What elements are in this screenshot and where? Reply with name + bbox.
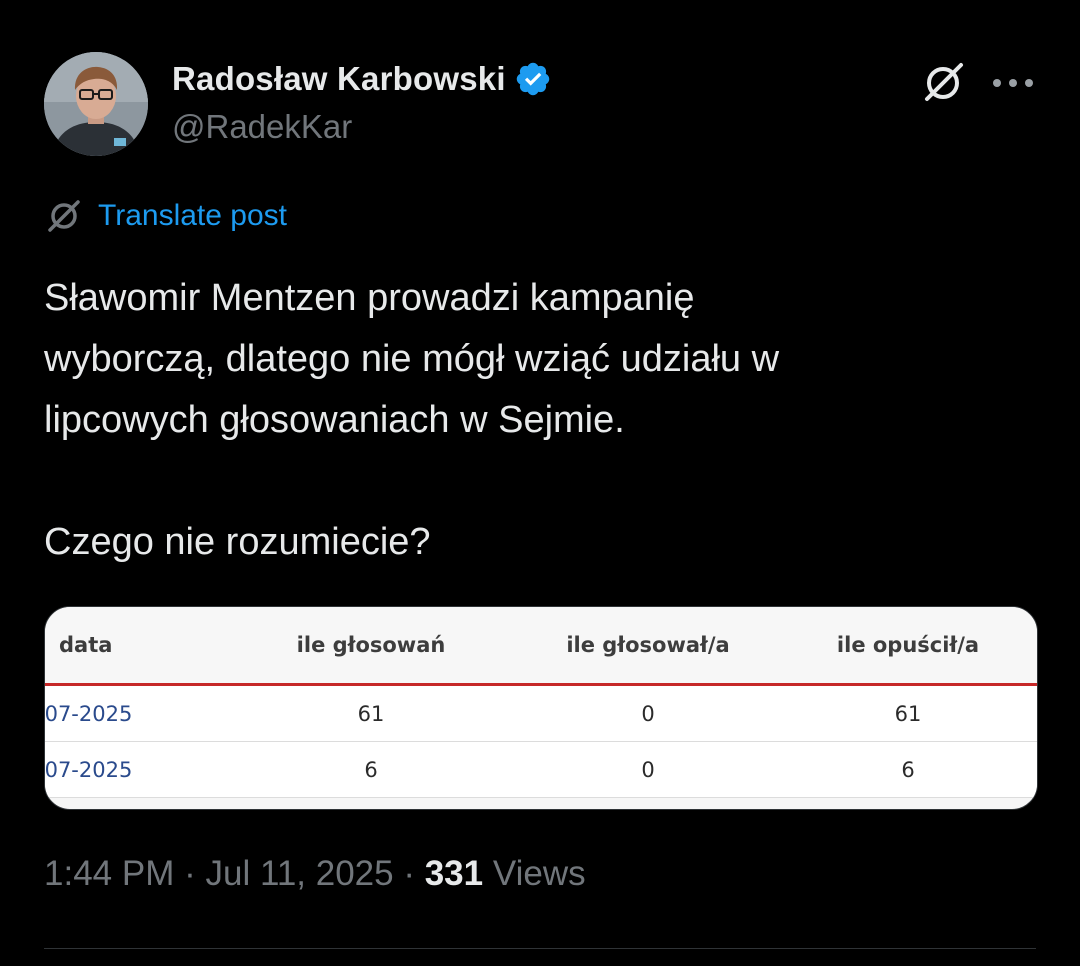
table-cell-date: -07-2025	[44, 684, 225, 742]
table-row: -07-2025 6 0 6	[44, 741, 1037, 798]
table-header-cell: data	[45, 607, 225, 686]
post-text-line: Sławomir Mentzen prowadzi kampanię	[44, 277, 695, 319]
table-header-cell: ile głosował/a	[517, 607, 779, 686]
verified-badge-icon[interactable]	[514, 60, 552, 98]
post-text-line: Czego nie rozumiecie?	[44, 521, 431, 563]
table-header-row: data ile głosowań ile głosował/a ile opu…	[45, 607, 1037, 686]
views-label: Views	[492, 854, 586, 893]
table-cell-date: -07-2025	[44, 741, 225, 798]
more-options-icon	[993, 79, 1033, 87]
post-meta: 1:44 PM · Jul 11, 2025 · 331 Views	[44, 854, 586, 894]
post-text-line: lipcowych głosowaniach w Sejmie.	[44, 399, 625, 441]
table-cell: 61	[225, 684, 517, 742]
post-time[interactable]: 1:44 PM	[44, 854, 174, 893]
name-row: Radosław Karbowski	[172, 58, 552, 100]
post-date[interactable]: Jul 11, 2025	[205, 854, 393, 893]
table-header-cell: ile opuścił/a	[779, 607, 1037, 686]
table-header-cell: ile głosowań	[225, 607, 517, 686]
grok-icon	[925, 63, 963, 101]
votes-table: data ile głosowań ile głosował/a ile opu…	[45, 607, 1037, 798]
post-header: Radosław Karbowski @RadekKar	[44, 52, 1044, 162]
views-count[interactable]: 331	[425, 854, 483, 893]
date-link: -07-2025	[44, 757, 133, 782]
avatar[interactable]	[44, 52, 148, 156]
table-cell: 61	[779, 684, 1037, 742]
table-cell: 0	[517, 741, 779, 798]
table-row: -07-2025 61 0 61	[44, 684, 1037, 742]
grok-button[interactable]	[918, 58, 968, 108]
author-handle[interactable]: @RadekKar	[172, 108, 552, 146]
author-block: Radosław Karbowski @RadekKar	[172, 58, 552, 146]
more-options-button[interactable]	[988, 58, 1038, 108]
meta-separator: ·	[403, 854, 415, 893]
table-cell: 6	[225, 741, 517, 798]
avatar-photo	[44, 52, 148, 156]
grok-translate-icon	[48, 200, 80, 232]
table-cell: 0	[517, 684, 779, 742]
post-text: Sławomir Mentzen prowadzi kampanię wybor…	[44, 268, 1004, 573]
divider	[44, 948, 1036, 949]
post-media-image[interactable]: data ile głosowań ile głosował/a ile opu…	[44, 606, 1038, 810]
translate-label: Translate post	[98, 199, 287, 232]
post-text-line: wyborczą, dlatego nie mógł wziąć udziału…	[44, 338, 780, 380]
meta-separator: ·	[184, 854, 196, 893]
date-link: -07-2025	[44, 701, 133, 726]
table-cell: 6	[779, 741, 1037, 798]
translate-post-link[interactable]: Translate post	[44, 196, 287, 236]
author-display-name[interactable]: Radosław Karbowski	[172, 60, 506, 98]
